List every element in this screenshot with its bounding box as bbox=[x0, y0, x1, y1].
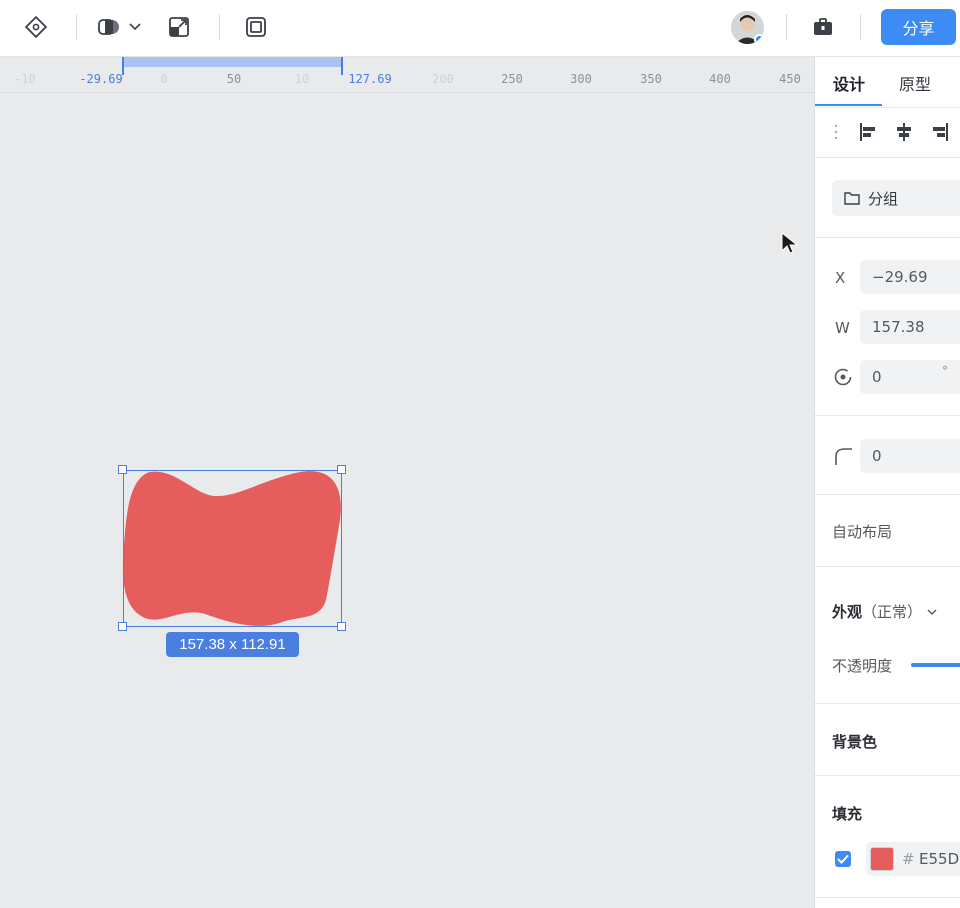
auto-layout-label[interactable]: 自动布局 bbox=[832, 521, 892, 542]
resize-handle-bottom-right[interactable] bbox=[337, 622, 346, 631]
tab-prototype[interactable]: 原型 bbox=[899, 71, 931, 95]
properties-panel: 设计 原型 分组 X −29.69 W 157.38 0 ° 0 自动布局 外观… bbox=[814, 57, 960, 908]
divider bbox=[815, 566, 960, 567]
appearance-header[interactable]: 外观 （正常） bbox=[832, 601, 938, 622]
fill-color-swatch[interactable] bbox=[870, 847, 894, 871]
divider bbox=[815, 703, 960, 704]
opacity-label: 不透明度 bbox=[832, 657, 893, 675]
w-label: W bbox=[835, 319, 850, 337]
x-input[interactable]: −29.69 bbox=[860, 260, 960, 294]
selection-bounding-box[interactable] bbox=[123, 470, 342, 627]
w-input[interactable]: 157.38 bbox=[860, 310, 960, 344]
align-right-icon[interactable] bbox=[929, 119, 951, 145]
align-center-icon[interactable] bbox=[893, 119, 915, 145]
toolbar-divider bbox=[860, 14, 861, 40]
active-tab-indicator bbox=[815, 104, 882, 106]
divider bbox=[815, 897, 960, 898]
align-left-icon[interactable] bbox=[857, 119, 879, 145]
w-value: 157.38 bbox=[872, 318, 925, 336]
checkmark-icon bbox=[837, 854, 849, 864]
corner-radius-icon bbox=[835, 448, 852, 465]
group-label: 分组 bbox=[868, 189, 899, 208]
rotation-input[interactable]: 0 ° bbox=[860, 360, 960, 394]
divider bbox=[815, 237, 960, 238]
share-button[interactable]: 分享 bbox=[881, 9, 956, 45]
fill-label: 填充 bbox=[832, 805, 863, 823]
divider bbox=[815, 157, 960, 158]
corner-radius-value: 0 bbox=[872, 447, 882, 465]
canvas-shapes bbox=[122, 471, 341, 626]
x-label: X bbox=[835, 269, 846, 287]
degree-unit: ° bbox=[942, 364, 948, 378]
corner-radius-input[interactable]: 0 bbox=[860, 439, 960, 473]
blend-mode-label: （正常） bbox=[862, 603, 923, 621]
fill-hex-value[interactable]: E55D bbox=[919, 850, 959, 868]
background-label[interactable]: 背景色 bbox=[832, 731, 877, 752]
drag-handle-icon bbox=[834, 124, 838, 140]
divider bbox=[815, 494, 960, 495]
selection-size-badge: 157.38 x 112.91 bbox=[166, 632, 299, 657]
appearance-label: 外观 bbox=[832, 603, 863, 621]
resize-handle-bottom-left[interactable] bbox=[118, 622, 127, 631]
chevron-down-icon bbox=[927, 608, 937, 615]
folder-icon bbox=[844, 192, 860, 205]
group-selector[interactable]: 分组 bbox=[832, 180, 960, 216]
x-value: −29.69 bbox=[872, 268, 928, 286]
rotation-icon bbox=[834, 368, 852, 386]
resize-handle-top-right[interactable] bbox=[337, 465, 346, 474]
divider bbox=[815, 775, 960, 776]
mouse-cursor-icon bbox=[781, 232, 799, 254]
resize-handle-top-left[interactable] bbox=[118, 465, 127, 474]
fill-color-input[interactable]: # E55D bbox=[866, 842, 960, 876]
rotation-value: 0 bbox=[872, 368, 882, 386]
divider bbox=[815, 415, 960, 416]
divider bbox=[815, 107, 960, 108]
opacity-slider[interactable] bbox=[911, 663, 960, 667]
tab-design[interactable]: 设计 bbox=[833, 71, 865, 95]
hash-symbol: # bbox=[902, 850, 915, 868]
fill-enabled-checkbox[interactable] bbox=[835, 851, 851, 867]
